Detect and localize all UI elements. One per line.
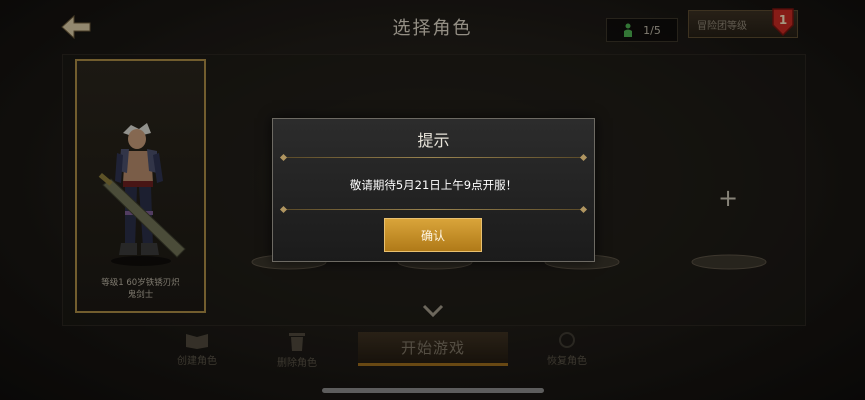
- notice-dialog: 提示 敬请期待5月21日上午9点开服！ 确认: [272, 118, 595, 262]
- dialog-divider: [279, 205, 588, 214]
- dialog-message: 敬请期待5月21日上午9点开服！: [349, 178, 518, 192]
- character-select-screen: 选择角色 1/5 冒险团等级 1 等级1 60岁铁锈刃炽 鬼剑士 + 创建角色 …: [0, 0, 865, 400]
- dialog-divider: [279, 153, 588, 162]
- confirm-button[interactable]: 确认: [384, 218, 482, 252]
- dialog-title: 提示: [417, 131, 450, 150]
